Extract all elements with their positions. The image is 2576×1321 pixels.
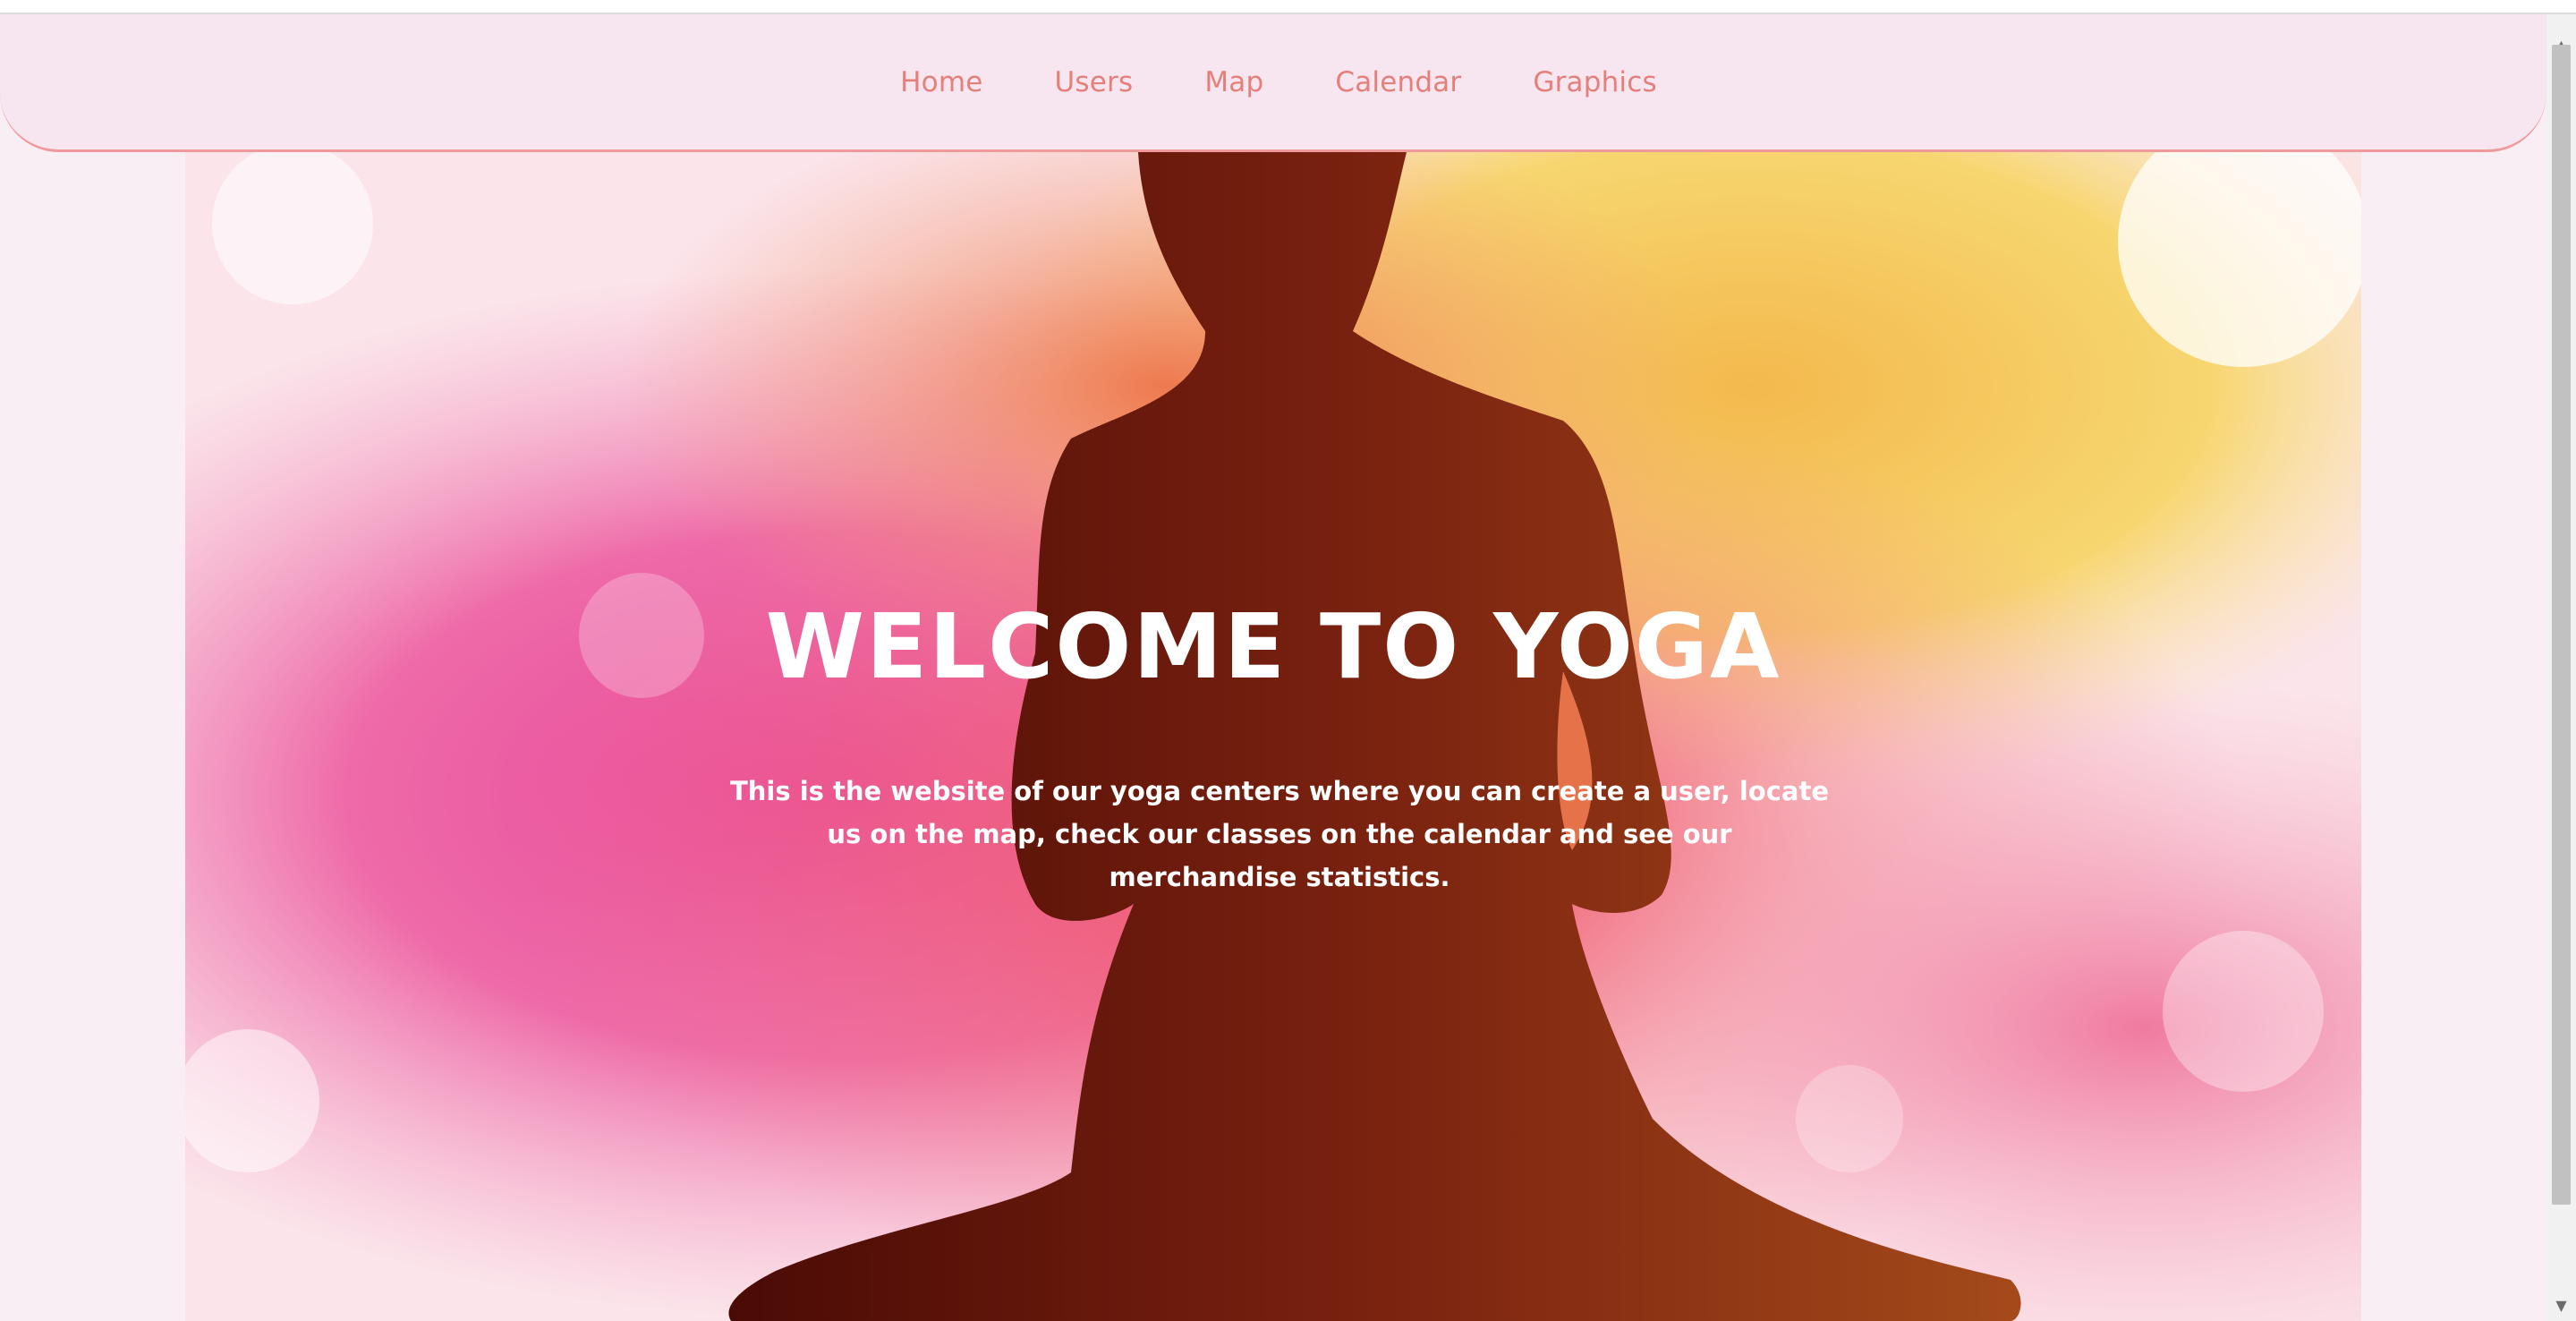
nav-item-calendar[interactable]: Calendar	[1335, 66, 1461, 98]
vertical-scrollbar[interactable]: ▲ ▼	[2546, 14, 2576, 1321]
nav-item-home[interactable]: Home	[900, 66, 982, 98]
hero-description: This is the website of our yoga centers …	[729, 776, 1830, 892]
hero-section: WELCOME TO YOGA This is the website of o…	[185, 152, 2361, 1321]
nav-item-map[interactable]: Map	[1204, 66, 1263, 98]
nav-items: Home Users Map Calendar Graphics	[864, 66, 1693, 98]
nav-item-users[interactable]: Users	[1055, 66, 1134, 98]
hero-title: WELCOME TO YOGA	[765, 594, 1781, 699]
hero-background-image	[185, 152, 2361, 1321]
nav-item-graphics[interactable]: Graphics	[1533, 66, 1657, 98]
browser-top-line	[0, 0, 2576, 14]
scrollbar-thumb[interactable]	[2552, 45, 2571, 1205]
navbar: Home Users Map Calendar Graphics	[0, 14, 2546, 152]
triangle-down-icon[interactable]: ▼	[2546, 1291, 2576, 1321]
